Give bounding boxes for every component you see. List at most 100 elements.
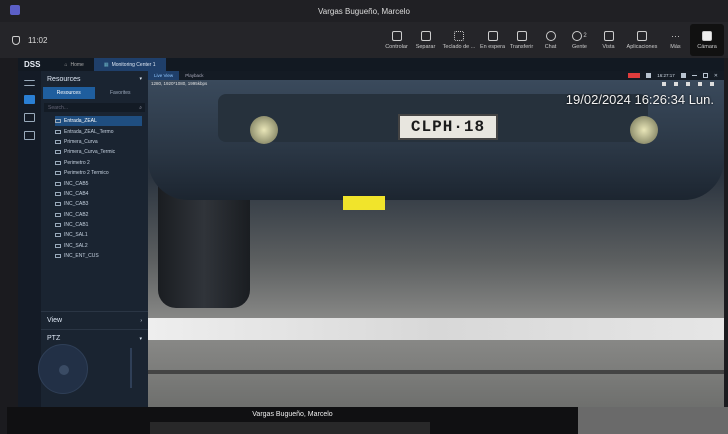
list-item-label: INC_SAL2 bbox=[64, 242, 88, 249]
view-section[interactable]: View › bbox=[41, 311, 148, 329]
people-button[interactable]: 2 Gente bbox=[565, 30, 594, 50]
camera-icon bbox=[55, 243, 61, 248]
video-overlay-controls bbox=[662, 82, 714, 86]
tab-monitoring-center[interactable]: ▦ Monitoring Center 1 bbox=[93, 58, 166, 71]
hold-button[interactable]: En espera bbox=[478, 30, 507, 50]
list-item-label: Primera_Curva bbox=[64, 138, 98, 145]
road-crack bbox=[148, 370, 724, 374]
apps-icon bbox=[637, 30, 647, 41]
list-item[interactable]: INC_SAL1 bbox=[55, 230, 148, 240]
camera-icon bbox=[55, 202, 61, 207]
list-item-label: Entrada_ZEAL_Termo bbox=[64, 128, 114, 135]
list-item[interactable]: INC_CAB4 bbox=[55, 189, 148, 199]
tab-home[interactable]: ⌂ Home bbox=[54, 58, 93, 71]
shield-icon bbox=[12, 35, 20, 45]
layout-nav-icon[interactable] bbox=[24, 113, 35, 122]
shared-screen-dss: DSS ⌂ Home ▦ Monitoring Center 1 Resources… bbox=[18, 58, 724, 408]
resource-list: Entrada_ZEAL Entrada_ZEAL_Termo Primera_Cu… bbox=[55, 116, 148, 261]
record-icon[interactable] bbox=[646, 73, 652, 78]
list-item[interactable]: INC_ENT_CUS bbox=[55, 251, 148, 261]
list-item[interactable]: INC_CAB2 bbox=[55, 210, 148, 220]
call-tools: Controlar Separar Teclado de ... En espe… bbox=[382, 22, 724, 58]
yellow-tag bbox=[343, 196, 385, 210]
menu-icon[interactable] bbox=[24, 80, 35, 86]
grid-icon: ▦ bbox=[103, 61, 109, 68]
resources-tabs: Resources Favorites bbox=[43, 87, 146, 99]
tab-favorites[interactable]: Favorites bbox=[95, 87, 147, 99]
window-title: Vargas Bugueño, Marcelo bbox=[318, 6, 410, 16]
video-area: Live View Playback 16:27:17 ✕ CLPH·18 12… bbox=[148, 71, 724, 408]
resource-search-input[interactable]: Search... ⌕ bbox=[44, 103, 145, 112]
resources-header[interactable]: Resources ▾ bbox=[41, 71, 148, 87]
camera-icon bbox=[55, 212, 61, 217]
audio-icon[interactable] bbox=[686, 82, 690, 86]
close-icon[interactable]: ✕ bbox=[714, 73, 718, 79]
dss-left-nav bbox=[18, 71, 41, 408]
call-controls-bar: 11:02 Controlar Separar Teclado de ... E… bbox=[0, 22, 728, 58]
list-item-label: Perimetro 2 bbox=[64, 159, 90, 166]
list-item[interactable]: Perimetro 2 Termico bbox=[55, 168, 148, 178]
transfer-icon bbox=[516, 30, 527, 41]
teams-title-bar: Vargas Bugueño, Marcelo bbox=[0, 0, 728, 22]
list-item[interactable]: Primera_Curva bbox=[55, 137, 148, 147]
transfer-button[interactable]: Transferir bbox=[507, 30, 536, 50]
chat-icon bbox=[545, 30, 556, 41]
clock-label: 16:27:17 bbox=[657, 73, 675, 78]
camera-icon bbox=[55, 233, 61, 238]
ptz-center-icon[interactable] bbox=[59, 365, 69, 375]
list-item-label: INC_CAB1 bbox=[64, 222, 89, 229]
tab-resources[interactable]: Resources bbox=[43, 87, 95, 99]
camera-icon bbox=[55, 139, 61, 144]
overlay-close-icon[interactable] bbox=[710, 82, 714, 86]
list-item[interactable]: INC_CAB3 bbox=[55, 199, 148, 209]
hold-icon bbox=[487, 30, 498, 41]
dss-logo: DSS bbox=[24, 60, 41, 69]
record-clip-icon[interactable] bbox=[674, 82, 678, 86]
restore-icon[interactable] bbox=[702, 73, 708, 78]
more-button[interactable]: ··· Más bbox=[661, 31, 690, 50]
chat-button[interactable]: Chat bbox=[536, 30, 565, 50]
popout-button[interactable]: Separar bbox=[411, 30, 440, 50]
user-icon[interactable] bbox=[680, 73, 686, 78]
road-stripe bbox=[148, 318, 724, 340]
resources-title: Resources bbox=[47, 75, 81, 83]
list-item[interactable]: Entrada_ZEAL bbox=[55, 116, 142, 127]
control-button[interactable]: Controlar bbox=[382, 30, 411, 50]
camera-video-feed[interactable]: CLPH·18 1280, 1920*1080, 1995kbps 19/02/… bbox=[148, 80, 724, 408]
control-icon bbox=[391, 30, 402, 41]
snapshot-icon[interactable] bbox=[662, 82, 666, 86]
list-item[interactable]: INC_CAB1 bbox=[55, 220, 148, 230]
live-view-nav-icon[interactable] bbox=[24, 95, 35, 104]
alarm-icon[interactable] bbox=[628, 73, 641, 78]
dss-tab-bar: DSS ⌂ Home ▦ Monitoring Center 1 bbox=[18, 58, 724, 71]
list-item[interactable]: INC_SAL2 bbox=[55, 241, 148, 251]
view-button[interactable]: Vista bbox=[594, 30, 623, 50]
osd-timestamp: 19/02/2024 16:26:34 Lun. bbox=[565, 92, 714, 107]
more-icon: ··· bbox=[671, 30, 680, 41]
talk-icon[interactable] bbox=[698, 82, 702, 86]
list-item[interactable]: Primera_Curva_Termic bbox=[55, 147, 148, 157]
presenter-name: Vargas Bugueño, Marcelo bbox=[252, 411, 333, 418]
chevron-down-icon: ▾ bbox=[139, 76, 142, 82]
camera-button[interactable]: Cámara bbox=[690, 24, 724, 56]
home-icon: ⌂ bbox=[64, 61, 68, 68]
tab-playback[interactable]: Playback bbox=[179, 71, 209, 80]
list-item[interactable]: Perimetro 2 bbox=[55, 158, 148, 168]
ptz-direction-pad[interactable] bbox=[38, 344, 88, 394]
dialpad-button[interactable]: Teclado de ... bbox=[440, 30, 478, 50]
camera-icon bbox=[55, 129, 61, 134]
minimize-icon[interactable] bbox=[691, 75, 697, 76]
tab-live-view[interactable]: Live View bbox=[148, 71, 180, 80]
fog-lamp-right bbox=[630, 116, 658, 144]
ptz-zoom-slider[interactable] bbox=[130, 348, 132, 388]
camera-icon bbox=[55, 191, 61, 196]
chevron-right-icon: › bbox=[140, 317, 142, 324]
people-count: 2 bbox=[583, 32, 587, 39]
apps-button[interactable]: Aplicaciones bbox=[623, 30, 661, 50]
search-icon: ⌕ bbox=[139, 104, 142, 111]
list-item[interactable]: Entrada_ZEAL_Termo bbox=[55, 126, 148, 136]
list-item-label: INC_CAB5 bbox=[64, 180, 89, 187]
device-nav-icon[interactable] bbox=[24, 131, 35, 140]
list-item[interactable]: INC_CAB5 bbox=[55, 178, 148, 188]
stream-info: 1280, 1920*1080, 1995kbps bbox=[151, 81, 208, 86]
